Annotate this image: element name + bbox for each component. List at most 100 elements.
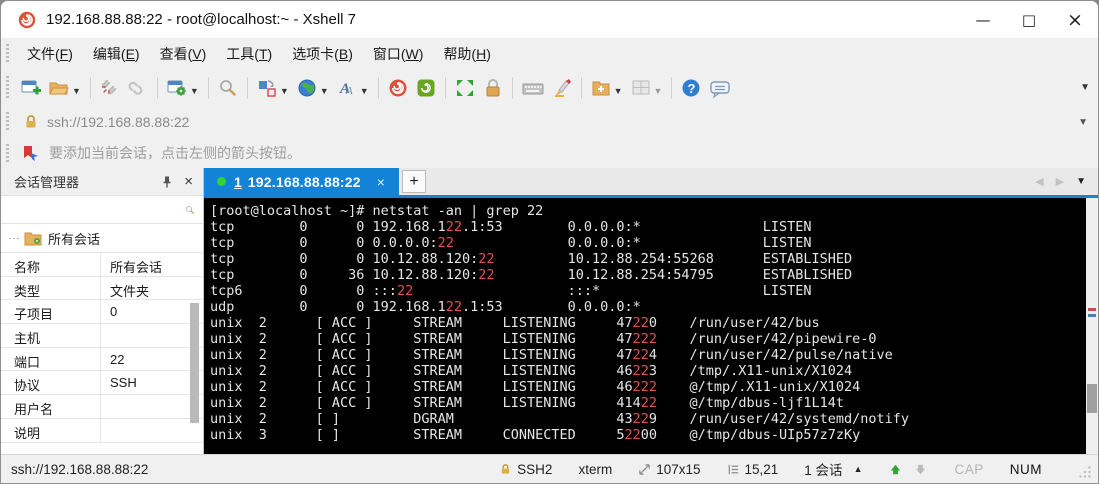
globe-icon bbox=[298, 79, 316, 96]
maximize-button[interactable]: □ bbox=[1006, 1, 1052, 38]
terminal[interactable]: [root@localhost ~]# netstat -an | grep 2… bbox=[204, 198, 1098, 454]
status-terminal-type[interactable]: xterm bbox=[578, 462, 612, 477]
property-row[interactable]: 名称 所有会话 bbox=[1, 253, 203, 277]
lock-screen-button[interactable] bbox=[479, 74, 507, 102]
terminal-line: unix 2 [ ACC ] STREAM LISTENING 47224 /r… bbox=[210, 347, 893, 363]
fullscreen-button[interactable] bbox=[451, 74, 479, 102]
ssl-lock-icon bbox=[26, 115, 36, 128]
status-cursor-position: 15,21 bbox=[727, 462, 778, 477]
reconnect-button[interactable] bbox=[124, 74, 152, 102]
toolbar-separator bbox=[207, 76, 209, 99]
property-row[interactable]: 协议 SSH bbox=[1, 371, 203, 396]
property-label: 用户名 bbox=[1, 395, 101, 418]
new-tab-button[interactable]: + bbox=[402, 170, 426, 193]
terminal-line: unix 2 [ ACC ] STREAM LISTENING 46223 /t… bbox=[210, 363, 853, 379]
menu-view[interactable]: 查看(V) bbox=[150, 40, 217, 68]
xshell-window: 192.168.88.88:22 - root@localhost:~ - Xs… bbox=[0, 0, 1099, 484]
scroll-bottom-icon[interactable] bbox=[913, 462, 928, 477]
new-session-button[interactable] bbox=[17, 74, 45, 102]
xshell-button[interactable] bbox=[384, 74, 412, 102]
terminal-line: unix 3 [ ] STREAM CONNECTED 52200 @/tmp/… bbox=[210, 427, 861, 443]
session-list-caret[interactable]: ▲ bbox=[854, 464, 863, 474]
reconnect-icon bbox=[128, 81, 143, 95]
toolbar-grip[interactable] bbox=[6, 76, 9, 99]
close-panel-button[interactable]: × bbox=[180, 173, 197, 190]
property-row[interactable]: 主机 bbox=[1, 324, 203, 348]
send-feedback-button[interactable] bbox=[705, 74, 735, 102]
menu-help[interactable]: 帮助(H) bbox=[433, 40, 500, 68]
terminal-text[interactable]: [root@localhost ~]# netstat -an | grep 2… bbox=[204, 198, 1098, 443]
tab-session-1[interactable]: 1 192.168.88.88:22 × bbox=[204, 168, 399, 195]
info-bar-grip[interactable] bbox=[6, 144, 9, 162]
menu-bar-items: 文件(F) 编辑(E) 查看(V) 工具(T) 选项卡(B) 窗口(W) 帮助(H) bbox=[17, 40, 501, 68]
sidebar-scrollbar-thumb[interactable] bbox=[190, 303, 199, 423]
menu-tab[interactable]: 选项卡(B) bbox=[282, 40, 363, 68]
session-search-box[interactable] bbox=[1, 196, 203, 224]
tile-windows-button[interactable]: ▼ bbox=[627, 74, 667, 102]
title-bar: 192.168.88.88:22 - root@localhost:~ - Xs… bbox=[1, 1, 1098, 38]
session-search-input[interactable] bbox=[9, 202, 185, 217]
help-button[interactable]: ? bbox=[677, 74, 705, 102]
disconnect-button[interactable] bbox=[96, 74, 124, 102]
tab-list-caret[interactable]: ▼ bbox=[1076, 176, 1086, 187]
minimize-button[interactable]: — bbox=[960, 1, 1006, 38]
menu-edit[interactable]: 编辑(E) bbox=[83, 40, 150, 68]
main-area: 会话管理器 × 所有会话 名称 所有会话 类型 文件夹 子项目 0 主机 端口 22 协议 SSH 用… bbox=[1, 168, 1098, 454]
property-value bbox=[101, 324, 203, 347]
address-dropdown-caret[interactable]: ▼ bbox=[1078, 117, 1088, 128]
menu-bar-grip[interactable] bbox=[6, 44, 9, 63]
property-row[interactable]: 说明 bbox=[1, 418, 203, 443]
toolbar-overflow-caret[interactable]: ▼ bbox=[1080, 82, 1090, 93]
chevron-down-icon: ▼ bbox=[653, 85, 663, 96]
web-browser-button[interactable]: ▼ bbox=[293, 74, 333, 102]
menu-window[interactable]: 窗口(W) bbox=[363, 40, 434, 68]
property-row[interactable]: 用户名 bbox=[1, 395, 203, 419]
new-session-folder-button[interactable]: ▼ bbox=[587, 74, 627, 102]
find-button[interactable] bbox=[214, 74, 242, 102]
open-session-button[interactable]: ▼ bbox=[45, 74, 85, 102]
menu-tools[interactable]: 工具(T) bbox=[216, 40, 282, 68]
status-screen-size: 107x15 bbox=[638, 462, 701, 477]
property-value: 文件夹 bbox=[110, 283, 150, 299]
arrange-transfer-button[interactable]: ▼ bbox=[253, 74, 293, 102]
tab-label: 192.168.88.88:22 bbox=[247, 173, 361, 190]
pin-panel-button[interactable] bbox=[160, 175, 174, 189]
property-label: 子项目 bbox=[1, 300, 101, 324]
window-title: 192.168.88.88:22 - root@localhost:~ - Xs… bbox=[46, 11, 357, 28]
property-row[interactable]: 类型 文件夹 bbox=[1, 276, 203, 301]
virtual-keyboard-button[interactable] bbox=[518, 74, 548, 102]
resize-grip[interactable] bbox=[1078, 465, 1092, 479]
highlight-pen-button[interactable] bbox=[548, 74, 576, 102]
xshell-logo-icon bbox=[18, 11, 36, 28]
terminal-scrollbar[interactable] bbox=[1086, 198, 1098, 454]
chevron-down-icon: ▼ bbox=[319, 85, 329, 96]
scroll-tabs-left-icon[interactable]: ◀ bbox=[1035, 175, 1043, 188]
tab-close-icon[interactable]: × bbox=[377, 174, 385, 190]
search-icon[interactable] bbox=[185, 202, 195, 218]
tree-item-all-sessions[interactable]: 所有会话 bbox=[48, 229, 100, 248]
property-label: 名称 bbox=[1, 253, 101, 276]
menu-file[interactable]: 文件(F) bbox=[17, 40, 83, 68]
close-button[interactable]: × bbox=[1052, 1, 1098, 38]
terminal-line: unix 2 [ ACC ] STREAM LISTENING 46222 @/… bbox=[210, 379, 861, 395]
status-bar: ssh://192.168.88.88:22 SSH2 xterm 107x15… bbox=[1, 454, 1098, 483]
terminal-scrollbar-thumb[interactable] bbox=[1087, 384, 1097, 413]
scroll-top-icon[interactable] bbox=[888, 462, 903, 477]
property-label: 端口 bbox=[1, 347, 101, 371]
lock-icon bbox=[486, 78, 500, 96]
property-row[interactable]: 子项目 0 bbox=[1, 300, 203, 325]
address-url[interactable]: ssh://192.168.88.88:22 bbox=[47, 114, 189, 130]
address-bar[interactable]: ssh://192.168.88.88:22 ▼ bbox=[1, 106, 1098, 138]
sidebar-scrollbar[interactable] bbox=[190, 281, 200, 483]
connected-status-dot bbox=[217, 177, 226, 186]
session-properties-button[interactable]: ▼ bbox=[163, 74, 203, 102]
font-button[interactable]: A A ▼ bbox=[333, 74, 373, 102]
scroll-tabs-right-icon[interactable]: ▶ bbox=[1056, 175, 1064, 188]
new-folder-icon bbox=[592, 81, 610, 95]
xftp-button[interactable] bbox=[412, 74, 440, 102]
status-session-count[interactable]: 1 会话 ▲ bbox=[804, 459, 862, 479]
property-row[interactable]: 端口 22 bbox=[1, 347, 203, 372]
toolbar-separator bbox=[580, 76, 582, 99]
address-bar-grip[interactable] bbox=[6, 112, 9, 132]
property-value bbox=[101, 419, 203, 442]
